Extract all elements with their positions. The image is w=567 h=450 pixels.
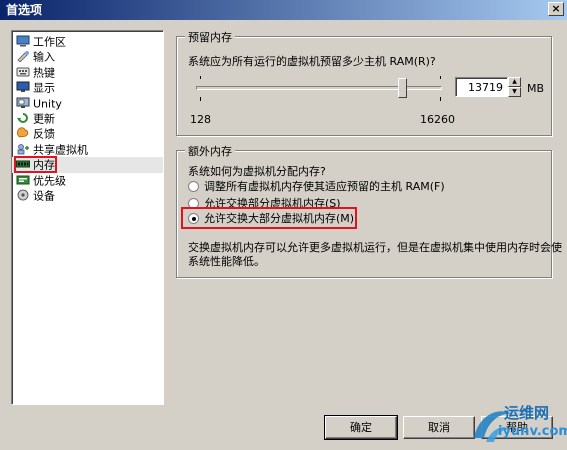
close-icon: × [551,2,561,15]
sidebar-item-input[interactable]: 输入 [12,49,163,64]
sidebar-item-workspace[interactable]: 工作区 [12,34,163,49]
sidebar-item-hotkey[interactable]: 热键 [12,65,163,80]
annotation-highlight-box [181,207,357,229]
sidebar-item-label: 热键 [33,66,55,80]
sidebar-item-label: 优先级 [33,174,66,188]
sidebar-item-label: 显示 [33,81,55,95]
sidebar-item-label: 设备 [33,189,55,203]
workspace-icon [16,35,30,47]
sidebar-item-label: Unity [33,97,62,111]
slider-min-label: 128 [190,113,211,126]
sidebar-item-label: 更新 [33,112,55,126]
extra-memory-title: 额外内存 [185,143,235,159]
radio-fit-reserved[interactable]: 调整所有虚拟机内存使其适应预留的主机 RAM(F) [188,180,445,194]
help-button[interactable]: 帮助 [481,416,553,439]
radio-button[interactable] [188,180,199,192]
update-icon [17,112,28,123]
title-bar: 首选项 × [0,0,567,20]
sidebar-item-priority[interactable]: 优先级 [12,173,163,188]
sidebar-item-display[interactable]: 显示 [12,80,163,95]
close-button[interactable]: × [548,2,564,16]
hotkey-icon [16,67,30,77]
swap-description-line2: 系统性能降低。 [188,255,265,268]
input-icon [17,51,29,63]
sidebar-item-unity[interactable]: Unity [12,96,163,111]
sidebar-item-label: 共享虚拟机 [33,143,88,157]
feedback-icon [17,127,29,138]
cancel-button[interactable]: 取消 [403,416,475,439]
slider-tick-top-max [440,76,441,79]
chevron-up-icon: ▲ [512,78,517,85]
ok-button[interactable]: 确定 [324,415,398,440]
memory-slider-thumb[interactable] [398,78,408,98]
window-title: 首选项 [6,3,43,17]
category-tree[interactable]: 工作区 输入 热键 显示 Unity 更新 反馈 共享虚拟机 内存 优先级 设备 [11,30,164,405]
chevron-down-icon: ▼ [512,88,517,95]
memory-icon [16,160,30,168]
radio-label: 调整所有虚拟机内存使其适应预留的主机 RAM(F) [204,180,445,193]
sidebar-item-label: 反馈 [33,127,55,141]
memory-selection-highlight: 内存 [14,156,57,174]
slider-tick-min [200,97,201,101]
shared-vm-icon [17,143,29,155]
spin-up-button[interactable]: ▲ [508,77,521,87]
sidebar-item-device[interactable]: 设备 [12,188,163,203]
memory-spinner[interactable]: ▲ ▼ [508,77,521,97]
sidebar-item-label: 工作区 [33,35,66,49]
reserved-memory-title: 预留内存 [185,29,235,45]
sidebar-item-update[interactable]: 更新 [12,111,163,126]
extra-memory-prompt: 系统如何为虚拟机分配内存? [188,165,326,178]
display-icon [16,81,30,93]
sidebar-item-label: 内存 [33,158,55,172]
sidebar-item-shared-vm[interactable]: 共享虚拟机 [12,142,163,157]
priority-icon [16,175,30,185]
slider-max-label: 16260 [420,113,455,126]
sidebar-item-label: 输入 [33,50,55,64]
memory-unit: MB [527,82,545,95]
reserved-memory-prompt: 系统应为所有运行的虚拟机预留多少主机 RAM(R)? [188,55,436,68]
slider-tick-max [440,97,441,101]
slider-tick-top-min [200,76,201,79]
reserved-memory-input[interactable] [455,77,508,97]
sidebar-item-memory[interactable]: 内存 [12,156,163,174]
device-icon [17,189,29,201]
spin-down-button[interactable]: ▼ [508,87,521,97]
unity-icon [16,97,30,108]
sidebar-item-feedback[interactable]: 反馈 [12,126,163,141]
